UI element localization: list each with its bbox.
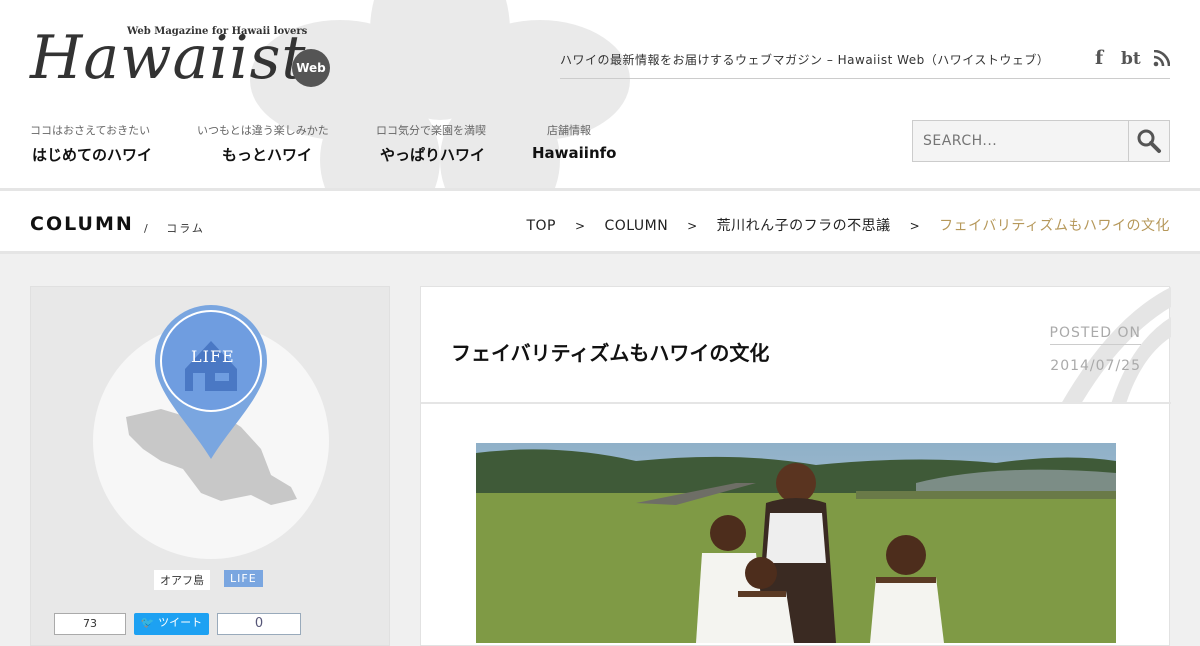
article-header: フェイバリティズムもハワイの文化 POSTED ON 2014/07/25 [421, 287, 1171, 404]
tweet-label: ツイート [158, 616, 203, 629]
tag-life[interactable]: LIFE [224, 570, 263, 587]
section-subtitle: / コラム [144, 220, 205, 236]
like-count: 73 [54, 613, 126, 635]
section-divider: / [144, 222, 150, 235]
nav-label: Hawaiinfo [532, 144, 617, 162]
tweet-button[interactable]: 🐦 ツイート [134, 613, 209, 635]
breadcrumb-current: フェイバリティズムもハワイの文化 [939, 218, 1170, 234]
breadcrumb-column[interactable]: COLUMN [604, 218, 668, 234]
location-pin-icon [155, 305, 267, 459]
bt-icon[interactable]: bt [1121, 49, 1141, 69]
article-title: フェイバリティズムもハワイの文化 [451, 341, 770, 365]
header-divider [560, 78, 1170, 79]
nav-label: はじめてのハワイ [32, 146, 153, 164]
nav-sub-label: いつもとは違う楽しみかた [197, 124, 329, 137]
nav-sub-label: 店舗情報 [547, 124, 591, 137]
twitter-icon: 🐦 [140, 616, 155, 629]
search-input[interactable] [912, 120, 1129, 162]
breadcrumb-series[interactable]: 荒川れん子のフラの不思議 [717, 218, 891, 234]
nav-sub-label: ロコ気分で楽園を満喫 [376, 124, 486, 137]
leaf-watermark [1062, 287, 1171, 402]
breadcrumb-top[interactable]: TOP [526, 218, 556, 234]
article-card: フェイバリティズムもハワイの文化 POSTED ON 2014/07/25 [420, 286, 1171, 646]
site-header: Web Magazine for Hawaii lovers Hawaiist … [0, 0, 1200, 188]
site-tagline: ハワイの最新情報をお届けするウェブマガジン – Hawaiist Web（ハワイ… [560, 53, 1050, 67]
logo-web-badge: Web [292, 49, 330, 87]
breadcrumb-separator: > [909, 219, 921, 233]
facebook-icon[interactable]: f [1095, 47, 1103, 69]
tag-oahu[interactable]: オアフ島 [154, 570, 210, 590]
section-title: COLUMN [30, 213, 134, 235]
section-subtitle-text: コラム [166, 222, 205, 235]
nav-sub-label: ココはおさえておきたい [30, 124, 151, 137]
rss-icon[interactable] [1153, 50, 1170, 67]
sidebar-category-card: LIFE オアフ島 LIFE 73 🐦 ツイート 0 [30, 286, 390, 646]
nav-label: もっとハワイ [222, 146, 313, 164]
breadcrumb-separator: > [687, 219, 698, 233]
section-bar: COLUMN / コラム TOP > COLUMN > 荒川れん子のフラの不思議… [0, 188, 1200, 254]
site-logo[interactable]: Hawaiist [30, 22, 307, 94]
search-button[interactable] [1128, 120, 1170, 162]
breadcrumb-separator: > [574, 219, 586, 233]
posted-date: 2014/07/25 [1050, 358, 1141, 374]
share-count: 0 [217, 613, 301, 635]
search-icon [1137, 129, 1161, 153]
article-hero-photo [476, 443, 1116, 643]
category-label: LIFE [191, 347, 235, 366]
posted-label: POSTED ON [1049, 325, 1141, 345]
nav-label: やっぱりハワイ [380, 146, 486, 164]
breadcrumb: TOP > COLUMN > 荒川れん子のフラの不思議 > フェイバリティズムも… [526, 215, 1170, 235]
